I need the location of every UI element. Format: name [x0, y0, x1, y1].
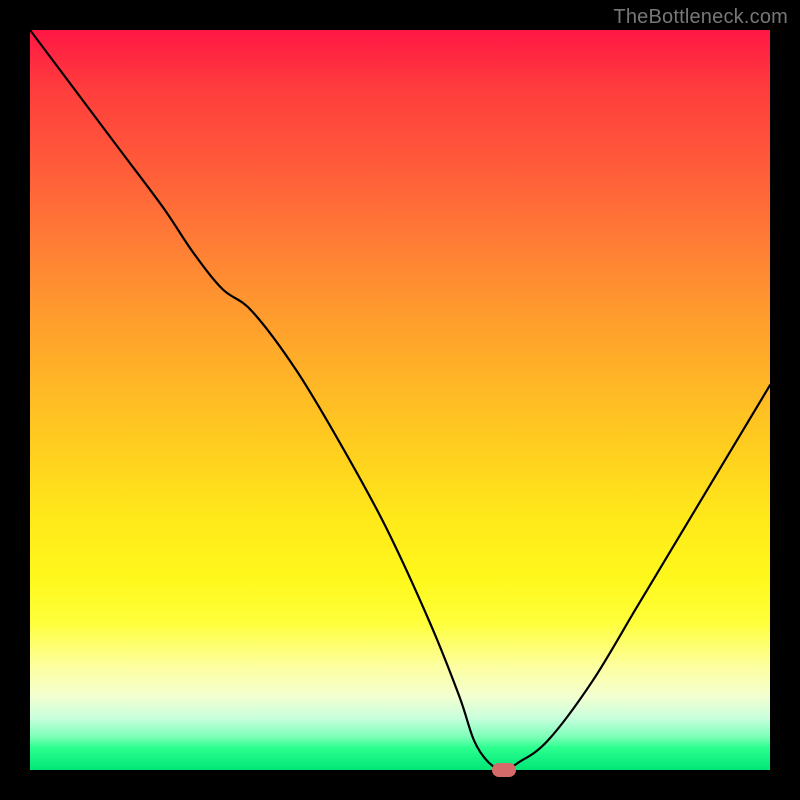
- bottleneck-curve: [30, 30, 770, 770]
- watermark-text: TheBottleneck.com: [613, 6, 788, 29]
- bottleneck-marker: [492, 763, 516, 777]
- plot-area: [30, 30, 770, 770]
- chart-frame: TheBottleneck.com: [0, 0, 800, 800]
